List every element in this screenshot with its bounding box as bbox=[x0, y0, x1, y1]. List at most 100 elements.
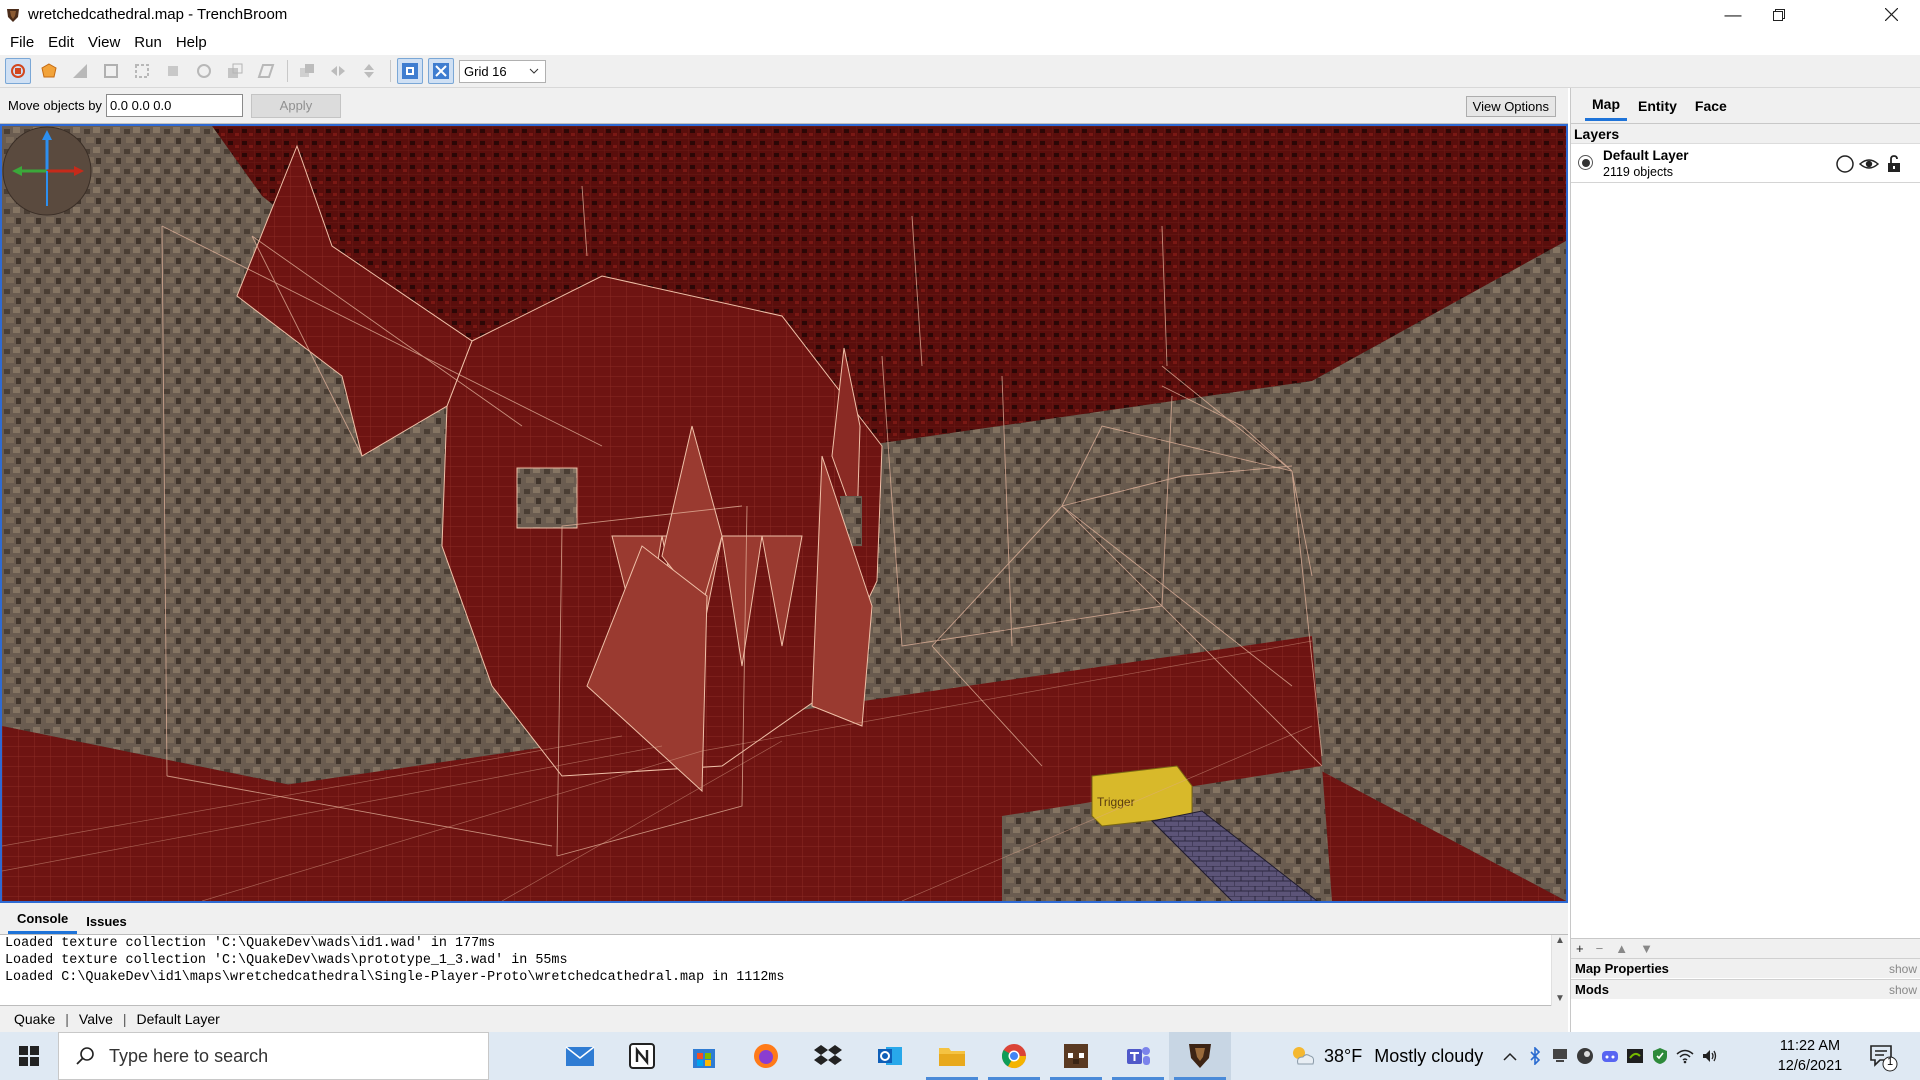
eye-icon[interactable] bbox=[1859, 154, 1879, 174]
taskbar-minecraft[interactable] bbox=[1045, 1032, 1107, 1080]
skull-eye-left bbox=[516, 467, 578, 529]
minimize-icon: — bbox=[1724, 4, 1742, 24]
layer-omit-from-export-icon[interactable] bbox=[1835, 154, 1855, 174]
title-bar: wretchedcathedral.map - TrenchBroom — bbox=[0, 0, 1920, 29]
windows-logo-icon bbox=[19, 1046, 39, 1066]
map-properties-show-link[interactable]: show bbox=[1889, 962, 1917, 976]
console-scrollbar[interactable]: ▲ ▼ bbox=[1551, 935, 1568, 1006]
layer-current-radio[interactable] bbox=[1578, 155, 1593, 170]
tab-face[interactable]: Face bbox=[1688, 92, 1734, 120]
axis-gizmo bbox=[2, 126, 92, 216]
duplicate-tool-button[interactable] bbox=[294, 58, 320, 84]
restore-button[interactable] bbox=[1750, 0, 1808, 29]
weather-temperature: 38°F bbox=[1324, 1045, 1363, 1066]
bluetooth-icon[interactable] bbox=[1525, 1047, 1544, 1066]
taskbar-teams[interactable] bbox=[1107, 1032, 1169, 1080]
nvidia-icon[interactable] bbox=[1625, 1047, 1644, 1066]
clip-tool-button[interactable] bbox=[67, 58, 93, 84]
show-hidden-icons-chevron-up-icon[interactable] bbox=[1500, 1047, 1519, 1066]
rotate-tool-button[interactable] bbox=[191, 58, 217, 84]
mods-title: Mods bbox=[1575, 982, 1609, 997]
edge-tool-button[interactable] bbox=[129, 58, 155, 84]
taskbar-trenchbroom[interactable] bbox=[1169, 1032, 1231, 1080]
trenchbroom-app-icon bbox=[7, 8, 19, 22]
scale-tool-button[interactable] bbox=[222, 58, 248, 84]
texture-lock-toggle[interactable] bbox=[397, 58, 423, 84]
taskbar-store[interactable] bbox=[673, 1032, 735, 1080]
duplicate-icon bbox=[300, 64, 314, 77]
map-properties-section[interactable]: Map Properties show bbox=[1571, 958, 1920, 978]
status-separator: | bbox=[122, 1011, 127, 1027]
add-layer-button[interactable]: + bbox=[1576, 941, 1584, 956]
remove-layer-button[interactable]: − bbox=[1596, 941, 1604, 956]
menu-file[interactable]: File bbox=[3, 34, 41, 51]
notion-icon bbox=[629, 1043, 655, 1069]
mods-show-link[interactable]: show bbox=[1889, 983, 1917, 997]
menu-view[interactable]: View bbox=[81, 34, 127, 51]
flip-vertical-button[interactable] bbox=[356, 58, 382, 84]
uv-lock-toggle[interactable] bbox=[428, 58, 454, 84]
move-layer-down-button[interactable]: ▼ bbox=[1640, 941, 1653, 956]
apply-button[interactable]: Apply bbox=[250, 93, 341, 118]
device-icon[interactable] bbox=[1550, 1047, 1569, 1066]
taskbar-firefox[interactable] bbox=[735, 1032, 797, 1080]
tab-map[interactable]: Map bbox=[1585, 90, 1627, 121]
taskbar-file-explorer[interactable] bbox=[921, 1032, 983, 1080]
close-icon bbox=[1884, 8, 1898, 21]
chrome-icon bbox=[1001, 1044, 1026, 1069]
taskbar-clock[interactable]: 11:22 AM 12/6/2021 bbox=[1760, 1036, 1860, 1076]
mods-section[interactable]: Mods show bbox=[1571, 979, 1920, 999]
vertex-tool-button[interactable] bbox=[98, 58, 124, 84]
view-options-button[interactable]: View Options bbox=[1465, 96, 1556, 117]
clip-tool-icon bbox=[73, 64, 87, 78]
taskbar-mail[interactable] bbox=[549, 1032, 611, 1080]
grid-size-select[interactable]: Grid 16 bbox=[459, 59, 546, 83]
menu-bar: File Edit View Run Help bbox=[0, 29, 1920, 55]
taskbar-dropbox[interactable] bbox=[797, 1032, 859, 1080]
chevron-down-icon bbox=[529, 68, 539, 74]
start-button[interactable] bbox=[0, 1032, 58, 1080]
brush-tool-icon bbox=[41, 63, 57, 78]
menu-help[interactable]: Help bbox=[169, 34, 214, 51]
texture-lock-icon bbox=[402, 63, 418, 79]
flip-horizontal-button[interactable] bbox=[325, 58, 351, 84]
tab-console[interactable]: Console bbox=[8, 911, 78, 934]
notification-center-button[interactable]: 1 bbox=[1868, 1042, 1898, 1072]
grid-size-value: Grid 16 bbox=[464, 63, 507, 79]
tab-issues[interactable]: Issues bbox=[77, 914, 135, 934]
move-layer-up-button[interactable]: ▲ bbox=[1615, 941, 1628, 956]
layers-header: Layers bbox=[1571, 124, 1920, 144]
scroll-up-icon[interactable]: ▲ bbox=[1552, 935, 1568, 946]
discord-icon[interactable] bbox=[1600, 1047, 1619, 1066]
edge-tool-icon bbox=[135, 64, 149, 78]
volume-icon[interactable] bbox=[1700, 1047, 1719, 1066]
lock-icon[interactable] bbox=[1884, 154, 1904, 174]
taskbar-notion[interactable] bbox=[611, 1032, 673, 1080]
status-format: Valve bbox=[78, 1011, 113, 1027]
brush-tool-button[interactable] bbox=[36, 58, 62, 84]
taskbar-search[interactable]: Type here to search bbox=[58, 1032, 489, 1080]
move-offset-input[interactable] bbox=[105, 94, 243, 117]
face-tool-button[interactable] bbox=[160, 58, 186, 84]
steam-icon[interactable] bbox=[1575, 1047, 1594, 1066]
shear-tool-button[interactable] bbox=[253, 58, 279, 84]
inspector-panel: Map Entity Face Layers Default Layer 211… bbox=[1570, 88, 1920, 1032]
weather-condition: Mostly cloudy bbox=[1374, 1045, 1484, 1066]
menu-edit[interactable]: Edit bbox=[41, 34, 81, 51]
console-line: Loaded C:\QuakeDev\id1\maps\wretchedcath… bbox=[5, 970, 785, 985]
taskbar-chrome[interactable] bbox=[983, 1032, 1045, 1080]
tab-entity[interactable]: Entity bbox=[1631, 92, 1684, 120]
window-title: wretchedcathedral.map - TrenchBroom bbox=[28, 6, 288, 23]
weather-widget[interactable]: 38°F Mostly cloudy bbox=[1290, 1032, 1483, 1080]
security-shield-icon[interactable] bbox=[1650, 1047, 1669, 1066]
layer-row[interactable]: Default Layer 2119 objects bbox=[1571, 144, 1920, 183]
menu-run[interactable]: Run bbox=[127, 34, 169, 51]
select-tool-button[interactable] bbox=[5, 58, 31, 84]
3d-viewport[interactable]: Trigger bbox=[0, 124, 1568, 903]
wifi-icon[interactable] bbox=[1675, 1047, 1694, 1066]
close-button[interactable] bbox=[1862, 0, 1920, 29]
scroll-down-icon[interactable]: ▼ bbox=[1552, 993, 1568, 1004]
taskbar-outlook[interactable] bbox=[859, 1032, 921, 1080]
mail-icon bbox=[565, 1046, 595, 1066]
notification-icon bbox=[1870, 1045, 1898, 1072]
